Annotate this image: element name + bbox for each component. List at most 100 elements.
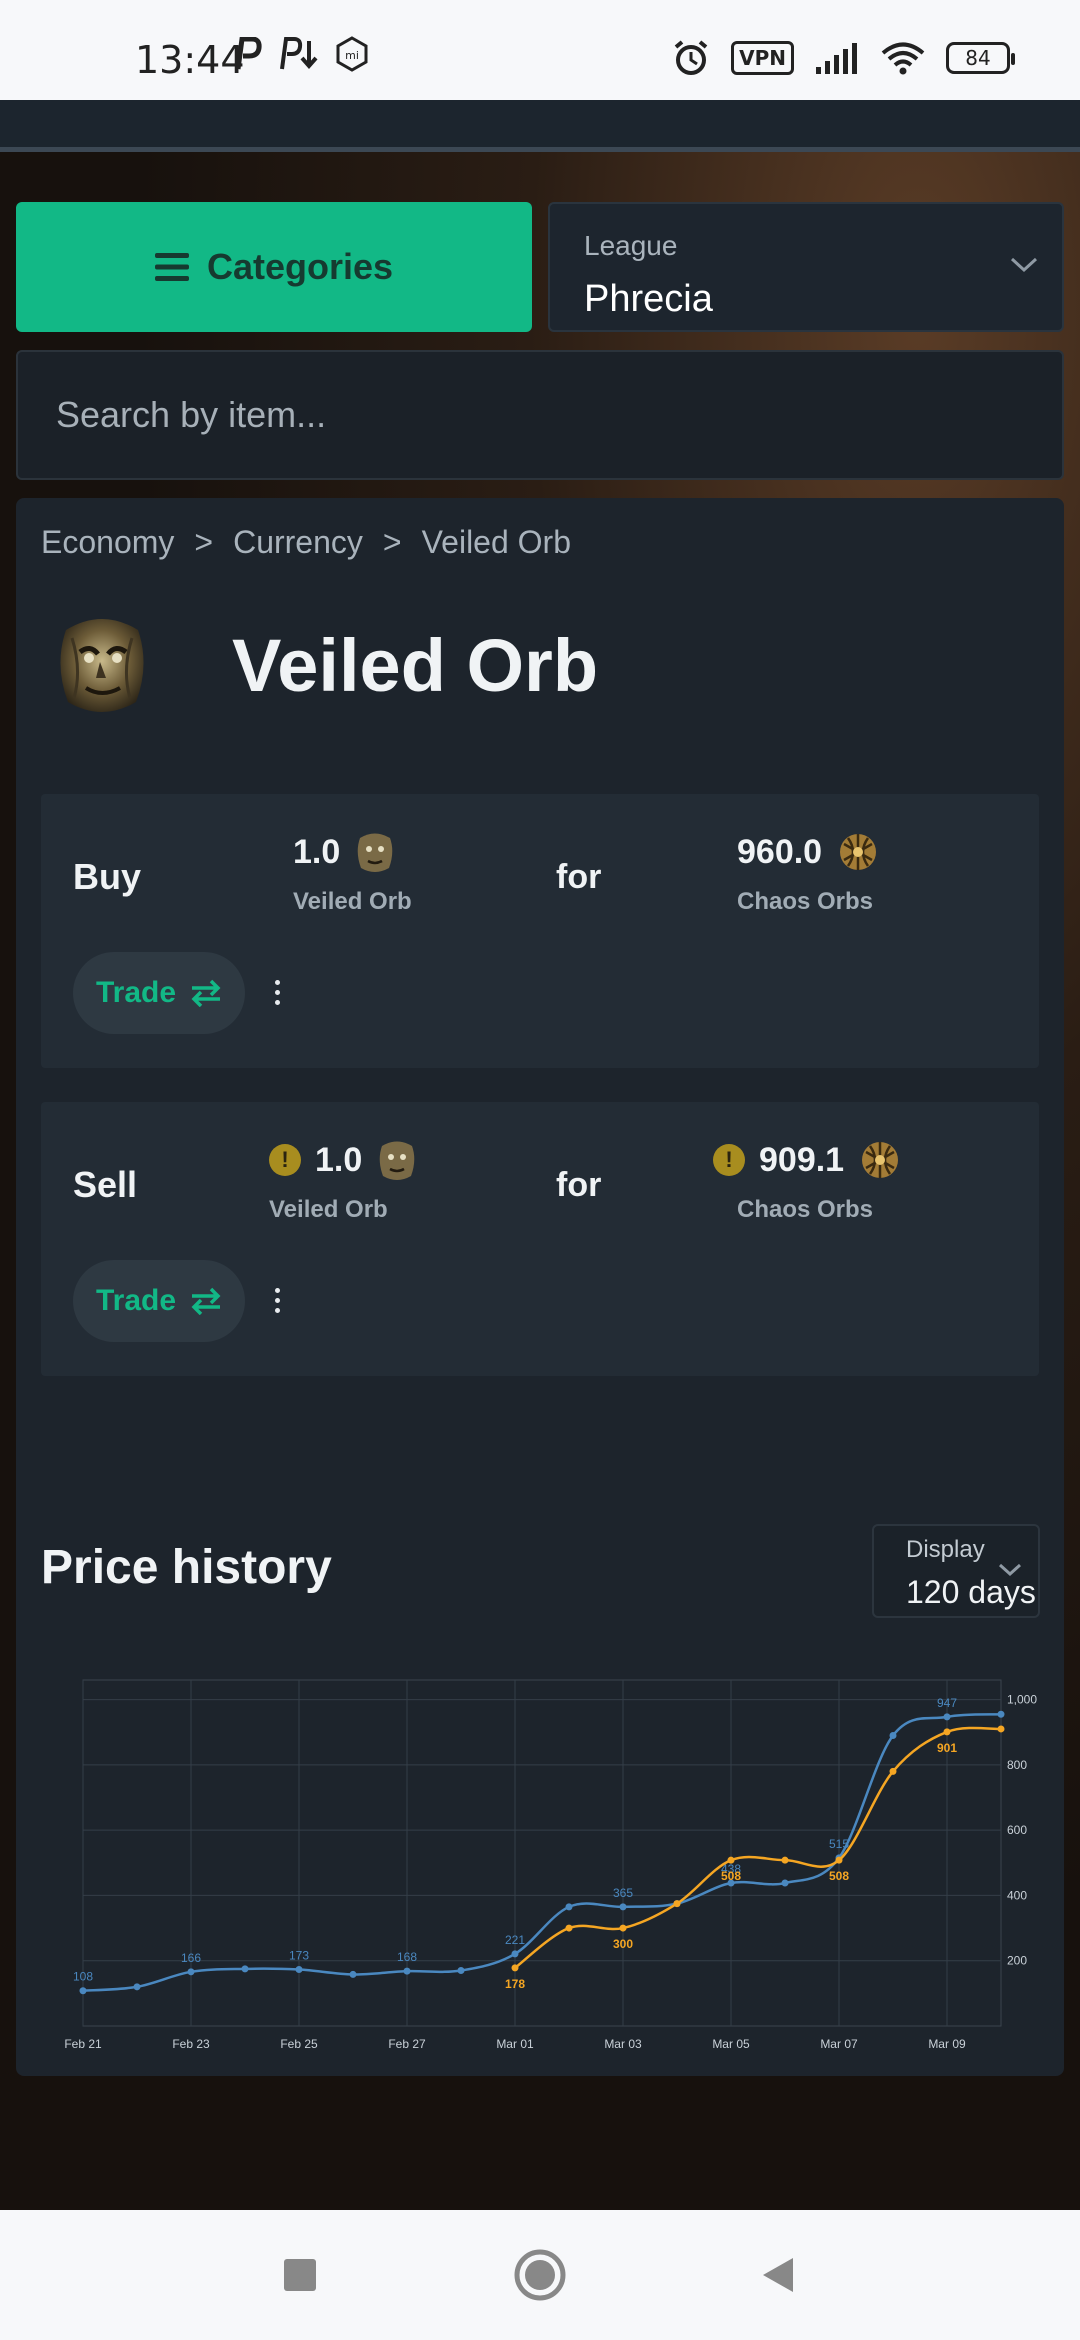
buy-pay-name: Veiled Orb — [293, 888, 412, 915]
sell-get-value: 909.1 — [759, 1140, 845, 1179]
display-label: Display — [906, 1536, 985, 1563]
veiled-orb-icon — [60, 619, 144, 712]
display-range-select[interactable]: Display 120 days — [872, 1524, 1040, 1618]
chaos-orb-icon — [862, 1142, 899, 1178]
warning-icon: ! — [269, 1144, 301, 1176]
chart-point — [997, 1725, 1005, 1733]
chart-x-tick-label: Mar 03 — [604, 2037, 642, 2051]
chart-x-tick-label: Feb 23 — [172, 2037, 210, 2051]
buy-label: Buy — [73, 856, 142, 897]
chart-point — [565, 1924, 573, 1932]
chart-data-label: 166 — [181, 1951, 201, 1965]
back-button[interactable] — [718, 2210, 838, 2340]
swap-arrows-icon — [191, 1287, 221, 1315]
chart-point — [835, 1856, 843, 1864]
back-triangle-icon — [763, 2258, 793, 2292]
chart-y-tick-label: 1,000 — [1007, 1693, 1037, 1707]
chart-point — [403, 1967, 411, 1975]
status-system-icons: VPN 84 — [671, 38, 1015, 78]
chart-frame — [82, 1679, 1002, 2027]
breadcrumb-currency[interactable]: Currency — [233, 524, 363, 561]
chart-data-label: 108 — [73, 1970, 93, 1984]
home-button[interactable] — [480, 2210, 600, 2340]
buy-get-amount: 960.0 — [737, 830, 880, 874]
search-input[interactable] — [18, 352, 1062, 478]
chart-data-label: 173 — [289, 1949, 309, 1963]
breadcrumb-economy[interactable]: Economy — [41, 524, 174, 561]
chart-point — [673, 1900, 681, 1908]
chart-data-label: 508 — [829, 1869, 849, 1883]
categories-button[interactable]: Categories — [16, 202, 532, 332]
breadcrumb-separator: > — [382, 524, 402, 560]
chart-data-label: 365 — [613, 1886, 633, 1900]
chevron-down-icon — [1010, 257, 1038, 273]
sell-get-name: Chaos Orbs — [737, 1196, 874, 1223]
vpn-badge: VPN — [731, 41, 794, 75]
chart-point — [79, 1987, 87, 1995]
chevron-down-icon — [998, 1563, 1022, 1577]
sell-pay-amount: ! 1.0 — [269, 1138, 418, 1182]
swap-arrows-icon — [191, 979, 221, 1007]
signal-icon — [816, 43, 857, 74]
chart-y-tick-label: 400 — [1007, 1888, 1027, 1902]
sell-pay-name: Veiled Orb — [269, 1196, 388, 1223]
chart-data-label: 178 — [505, 1977, 525, 1991]
item-header: Veiled Orb — [52, 610, 598, 720]
search-field[interactable] — [16, 350, 1064, 480]
sell-more-menu-icon[interactable] — [267, 1280, 287, 1320]
veiled-orb-icon — [357, 833, 393, 872]
buy-pay-value: 1.0 — [293, 832, 341, 871]
wifi-icon — [881, 42, 925, 75]
chart-point — [727, 1856, 735, 1864]
buy-get-value: 960.0 — [737, 832, 823, 871]
chart-point — [187, 1968, 195, 1976]
chart-point — [511, 1964, 519, 1972]
display-value: 120 days — [906, 1574, 1036, 1610]
status-bar: 13:44 mi VPN 84 — [0, 0, 1080, 100]
sell-trade-label: Trade — [95, 1284, 177, 1317]
sell-for-label: for — [556, 1166, 602, 1204]
parking-icon — [235, 37, 262, 70]
chart-point — [889, 1731, 897, 1739]
chart-point — [781, 1879, 789, 1887]
chart-y-tick-label: 600 — [1007, 1823, 1027, 1837]
chaos-orb-icon — [840, 834, 877, 870]
buy-trade-label: Trade — [95, 976, 177, 1009]
status-time: 13:44 — [135, 38, 245, 82]
breadcrumb-current: Veiled Orb — [421, 524, 571, 560]
chart-point — [133, 1983, 141, 1991]
chart-point — [457, 1967, 465, 1975]
mi-shield-icon: mi — [336, 36, 368, 72]
chart-point — [889, 1767, 897, 1775]
chart-y-tick-label: 800 — [1007, 1758, 1027, 1772]
buy-offer: Buy 1.0 Veiled Orb for 960.0 Chaos Orbs … — [41, 794, 1039, 1068]
chart-point — [619, 1903, 627, 1911]
parking-download-icon — [280, 37, 318, 70]
chart-x-tick-label: Feb 21 — [64, 2037, 102, 2051]
categories-label: Categories — [206, 246, 394, 287]
navigation-bar — [0, 2210, 1080, 2340]
home-circle-icon — [514, 2249, 566, 2301]
sell-trade-button[interactable]: Trade — [73, 1260, 245, 1342]
buy-for-label: for — [556, 858, 602, 896]
chart-data-label: 300 — [613, 1937, 633, 1951]
league-label: League — [584, 230, 678, 261]
league-select[interactable]: League Phrecia — [548, 202, 1064, 332]
chart-point — [943, 1713, 951, 1721]
chart-data-label: 947 — [937, 1696, 957, 1710]
breadcrumb-separator: > — [194, 524, 214, 560]
buy-trade-button[interactable]: Trade — [73, 952, 245, 1034]
chart-point — [997, 1710, 1005, 1718]
chart-data-label: 221 — [505, 1933, 525, 1947]
chart-data-label: 168 — [397, 1950, 417, 1964]
buy-more-menu-icon[interactable] — [267, 972, 287, 1012]
buy-get-name: Chaos Orbs — [737, 888, 874, 915]
recents-button[interactable] — [240, 2210, 360, 2340]
chart-x-tick-label: Mar 09 — [928, 2037, 966, 2051]
breadcrumb: Economy > Currency > Veiled Orb — [41, 524, 571, 561]
chart-data-label: 508 — [721, 1869, 741, 1883]
alarm-icon — [674, 40, 708, 75]
status-notification-icons: mi — [232, 36, 370, 72]
item-title: Veiled Orb — [232, 623, 599, 707]
price-history-title: Price history — [41, 1541, 332, 1594]
